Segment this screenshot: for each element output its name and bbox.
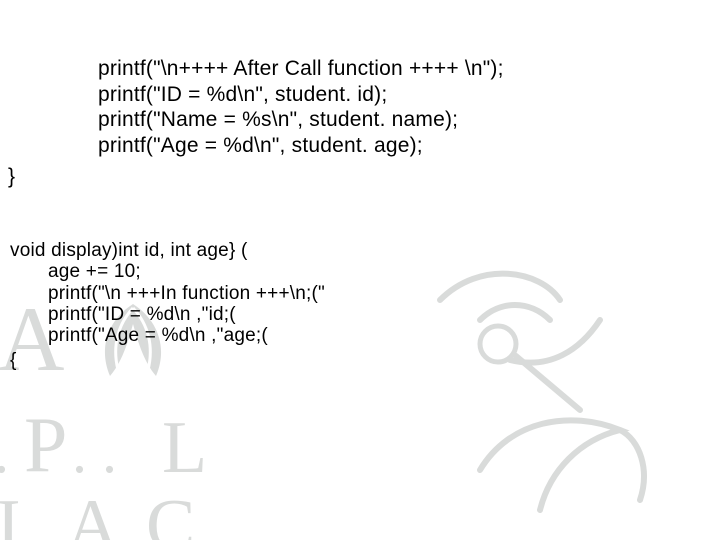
deco-letter-A2: A <box>66 484 119 540</box>
deco-letter-L: L <box>162 406 207 491</box>
code-line: printf("Age = %d\n ,"age;( <box>48 325 325 346</box>
deco-figure-icon <box>420 260 640 425</box>
code-line: printf("ID = %d\n ,"id;( <box>48 304 325 325</box>
code-line: age += 10; <box>48 261 325 282</box>
code-line: printf("Age = %d\n", student. age); <box>98 133 504 159</box>
deco-swirl-icon <box>470 400 670 525</box>
code-close-brace: } <box>8 164 504 190</box>
code-line: printf("\n++++ After Call function ++++ … <box>98 56 504 82</box>
deco-letter-P: P <box>24 400 67 490</box>
deco-dots-1: . <box>0 418 9 487</box>
code-line: printf("Name = %s\n", student. name); <box>98 107 504 133</box>
code-open-brace: { <box>10 350 325 371</box>
code-line: printf("ID = %d\n", student. id); <box>98 82 504 108</box>
deco-dots-2: . . <box>72 418 117 487</box>
code-line: void display)int id, int age} ( <box>10 240 325 261</box>
code-block-function: void display)int id, int age} ( age += 1… <box>10 240 325 372</box>
code-block-main: printf("\n++++ After Call function ++++ … <box>98 56 504 190</box>
deco-letter-I: I <box>0 484 21 540</box>
code-line: printf("\n +++In function +++\n;(" <box>48 283 325 304</box>
deco-letter-C: C <box>146 484 195 540</box>
